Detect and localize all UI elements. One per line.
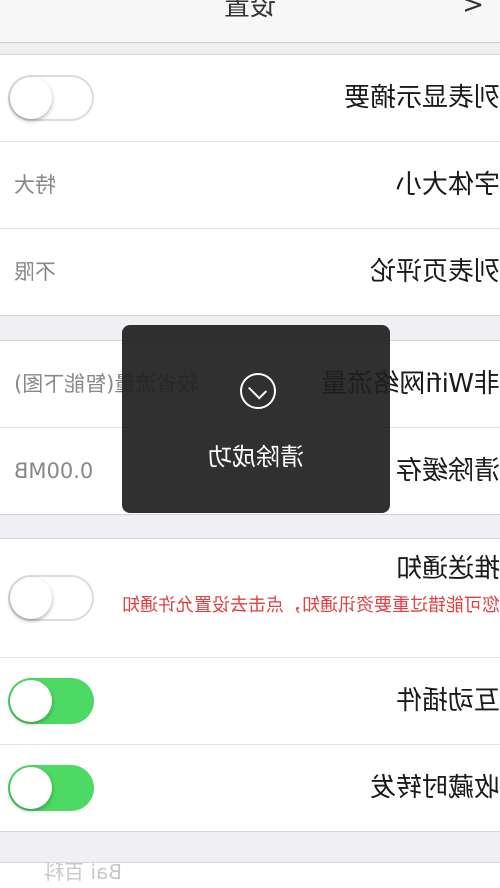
row-interactive-plugin[interactable]: 互动插件 [0,658,500,745]
toggle-knob [10,680,52,722]
fav-forward-toggle[interactable] [8,765,94,811]
push-warning: 您可能错过重要资讯通知，点击去设置允许通知 [122,595,500,616]
toast-text: 清除成功 [208,443,304,471]
toggle-knob [10,767,52,809]
list-summary-toggle[interactable] [8,75,94,121]
font-size-label: 字体大小 [395,170,500,200]
font-size-value: 特大 [14,173,56,197]
row-font-size[interactable]: 字体大小 特大 [0,142,500,229]
clear-cache-value: 0.00MB [14,459,94,483]
fav-forward-label: 收藏时转发 [369,773,500,803]
toggle-knob [10,577,52,619]
notification-group: 推送通知 您可能错过重要资讯通知，点击去设置允许通知 互动插件 收藏时转发 [0,538,500,832]
check-circle-icon [240,373,276,409]
push-label: 推送通知 [395,554,500,584]
page-title: 设置 [224,0,277,22]
row-push[interactable]: 推送通知 您可能错过重要资讯通知，点击去设置允许通知 [0,539,500,658]
row-list-summary[interactable]: 列表显示摘要 [0,55,500,142]
display-group: 列表显示摘要 字体大小 特大 列表页评论 不限 [0,54,500,316]
interactive-plugin-toggle[interactable] [8,678,94,724]
push-toggle[interactable] [8,575,94,621]
interactive-plugin-label: 互动插件 [395,686,500,716]
list-comments-value: 不限 [14,260,56,284]
row-list-comments[interactable]: 列表页评论 不限 [0,229,500,315]
row-fav-forward[interactable]: 收藏时转发 [0,745,500,831]
settings-screen: < 设置 列表显示摘要 字体大小 特大 列表页评论 不限 非Wifi网络流量 较… [0,0,500,888]
list-comments-label: 列表页评论 [369,257,500,287]
watermark: Bai 百科 [44,860,122,884]
toggle-knob [10,77,52,119]
toast: 清除成功 [122,325,390,513]
list-summary-label: 列表显示摘要 [343,83,500,113]
navigation-bar: < 设置 [0,0,500,43]
clear-cache-label: 清除缓存 [395,456,500,486]
